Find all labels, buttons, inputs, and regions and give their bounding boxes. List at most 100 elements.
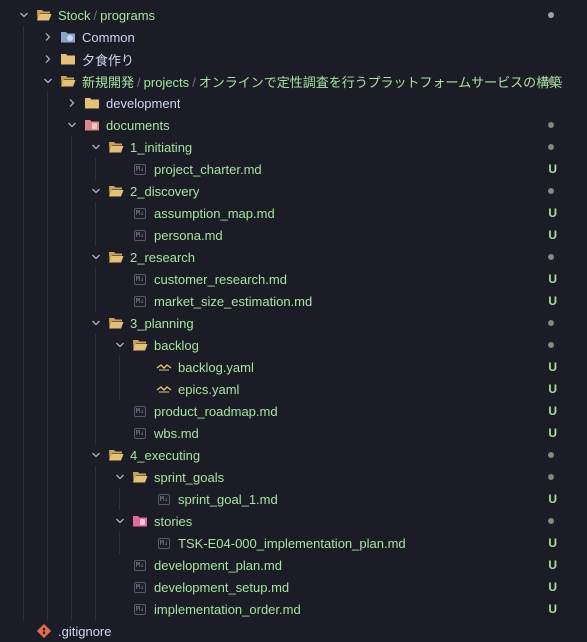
- markdown-badge: M↓: [133, 273, 147, 285]
- tree-row-project[interactable]: 新規開発 / projects / オンラインで定性調査を行うプラットフォームサービスの…: [0, 70, 587, 92]
- tree-row-file[interactable]: M↓ TSK-E04-000_implementation_plan.md U: [0, 532, 587, 554]
- tree-label: backlog.yaml: [178, 359, 254, 375]
- chevron-down-icon[interactable]: [16, 7, 32, 23]
- indent-guide: [95, 510, 96, 532]
- tree-label: project_charter.md: [154, 161, 262, 177]
- indent-guide: [47, 488, 48, 510]
- markdown-file-icon: M↓: [156, 491, 172, 507]
- tree-row-2-discovery[interactable]: 2_discovery: [0, 180, 587, 202]
- indent-guide: [71, 246, 72, 268]
- indent-guide: [47, 268, 48, 290]
- indent-guide: [71, 290, 72, 312]
- tree-row-file[interactable]: M↓ persona.md U: [0, 224, 587, 246]
- git-status-badge: U: [548, 580, 557, 594]
- tree-row-file[interactable]: M↓ development_setup.md U: [0, 576, 587, 598]
- indent-guide: [47, 466, 48, 488]
- tree-label: 2_discovery: [130, 183, 200, 199]
- tree-label: market_size_estimation.md: [154, 293, 313, 309]
- markdown-file-icon: M↓: [132, 579, 148, 595]
- tree-row-sprint-goals[interactable]: sprint_goals: [0, 466, 587, 488]
- tree-row-file[interactable]: backlog.yaml U: [0, 356, 587, 378]
- tree-row-backlog[interactable]: backlog: [0, 334, 587, 356]
- indent-guide: [95, 158, 96, 180]
- chevron-right-icon[interactable]: [64, 95, 80, 111]
- indent-guide: [47, 114, 48, 136]
- git-status-badge: U: [548, 228, 557, 242]
- indent-guide: [23, 202, 24, 224]
- indent-guide: [95, 400, 96, 422]
- indent-guide: [47, 290, 48, 312]
- tree-label: 夕食作り: [82, 52, 135, 68]
- tree-row-2-research[interactable]: 2_research: [0, 246, 587, 268]
- indent-guide: [23, 136, 24, 158]
- status-dot: [548, 188, 554, 194]
- tree-row-file[interactable]: epics.yaml U: [0, 378, 587, 400]
- tree-row-file[interactable]: M↓ implementation_order.md U: [0, 598, 587, 620]
- folder-icon: [84, 95, 100, 111]
- tree-label: 2_research: [130, 249, 196, 265]
- chevron-down-icon[interactable]: [88, 139, 104, 155]
- folder-open-icon: [108, 249, 124, 265]
- tree-row-file[interactable]: M↓ development_plan.md U: [0, 554, 587, 576]
- tree-row-file[interactable]: M↓ project_charter.md U: [0, 158, 587, 180]
- tree-row-4-executing[interactable]: 4_executing: [0, 444, 587, 466]
- git-status-badge: U: [548, 404, 557, 418]
- markdown-file-icon: M↓: [132, 425, 148, 441]
- markdown-badge: M↓: [157, 493, 171, 505]
- indent-guide: [23, 400, 24, 422]
- chevron-down-icon[interactable]: [64, 117, 80, 133]
- path-separator: /: [93, 7, 98, 23]
- chevron-down-icon[interactable]: [112, 469, 128, 485]
- tree-row-file[interactable]: M↓ product_roadmap.md U: [0, 400, 587, 422]
- chevron-down-icon[interactable]: [112, 513, 128, 529]
- chevron-down-icon[interactable]: [88, 183, 104, 199]
- tree-row-development[interactable]: development: [0, 92, 587, 114]
- git-status-badge: U: [548, 360, 557, 374]
- tree-row-file[interactable]: M↓ customer_research.md U: [0, 268, 587, 290]
- indent-guide: [71, 444, 72, 466]
- tree-label: 3_planning: [130, 315, 194, 331]
- tree-label: Stock / programs: [58, 8, 155, 23]
- tree-row-stock-programs[interactable]: Stock / programs: [0, 4, 587, 26]
- chevron-right-icon[interactable]: [40, 29, 56, 45]
- indent-guide: [71, 488, 72, 510]
- tree-label: stories: [154, 513, 193, 529]
- status-dot: [548, 78, 554, 84]
- path-segment-new-dev: 新規開発: [82, 74, 135, 90]
- tree-row-stories[interactable]: stories: [0, 510, 587, 532]
- tree-row-gitignore[interactable]: .gitignore: [0, 620, 587, 642]
- folder-open-icon: [108, 183, 124, 199]
- path-segment-stock: Stock: [58, 7, 91, 23]
- chevron-right-icon[interactable]: [40, 51, 56, 67]
- tree-row-3-planning[interactable]: 3_planning: [0, 312, 587, 334]
- tree-row-1-initiating[interactable]: 1_initiating: [0, 136, 587, 158]
- tree-row-file[interactable]: M↓ market_size_estimation.md U: [0, 290, 587, 312]
- indent-guide: [47, 510, 48, 532]
- tree-label: sprint_goal_1.md: [178, 491, 278, 507]
- indent-guide: [23, 444, 24, 466]
- git-status-badge: U: [548, 382, 557, 396]
- git-status-badge: U: [548, 426, 557, 440]
- indent-guide: [23, 554, 24, 576]
- chevron-down-icon[interactable]: [88, 249, 104, 265]
- tree-row-documents[interactable]: documents: [0, 114, 587, 136]
- indent-guide: [95, 378, 96, 400]
- chevron-down-icon[interactable]: [112, 337, 128, 353]
- path-separator: /: [192, 74, 196, 90]
- chevron-down-icon[interactable]: [40, 73, 56, 89]
- tree-label: development_plan.md: [154, 557, 282, 573]
- tree-row-common[interactable]: Common: [0, 26, 587, 48]
- tree-row-file[interactable]: M↓ wbs.md U: [0, 422, 587, 444]
- git-status-badge: U: [548, 162, 557, 176]
- markdown-file-icon: M↓: [132, 293, 148, 309]
- indent-guide: [23, 378, 24, 400]
- tree-row-file[interactable]: M↓ sprint_goal_1.md U: [0, 488, 587, 510]
- tree-row-yushoku[interactable]: 夕食作り: [0, 48, 587, 70]
- chevron-down-icon[interactable]: [88, 315, 104, 331]
- tree-row-file[interactable]: M↓ assumption_map.md U: [0, 202, 587, 224]
- markdown-file-icon: M↓: [132, 403, 148, 419]
- tree-label: persona.md: [154, 227, 223, 243]
- chevron-down-icon[interactable]: [88, 447, 104, 463]
- indent-guide: [47, 356, 48, 378]
- indent-guide: [119, 356, 120, 378]
